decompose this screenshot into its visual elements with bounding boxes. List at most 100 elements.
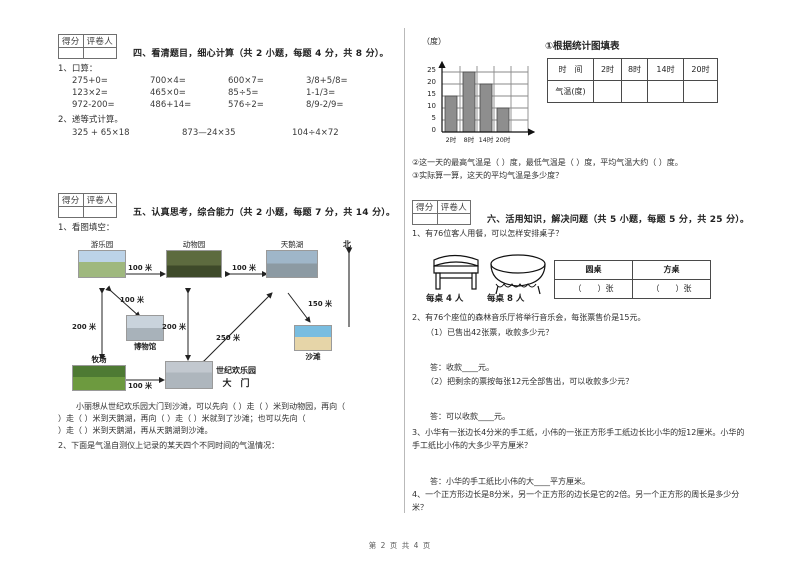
equation: 873—24×35 xyxy=(182,128,236,138)
section5-title: 五、认真思考，综合能力（共 2 小题，每题 7 分，共 14 分）。 xyxy=(133,208,396,218)
fill-line: ）走（ ）米到天鹅湖，再从天鹅湖到沙滩。 xyxy=(58,426,213,435)
table-header-cell: 20时 xyxy=(683,58,718,81)
section5: 得分 评卷人 五、认真思考，综合能力（共 2 小题，每题 7 分，共 14 分）… xyxy=(58,193,403,453)
map-node-amusement-park: 游乐园 xyxy=(78,239,126,278)
oral-calc-row: 972-200= 486+14= 576÷2= 8/9-2/9= xyxy=(58,100,403,110)
exam-page: 得分 评卷人 四、看清题目，细心计算（共 2 小题，每题 4 分，共 8 分）。… xyxy=(0,0,800,565)
gate-thumbnail xyxy=(165,361,213,389)
score-value-cell[interactable] xyxy=(58,47,84,59)
distance-label: 200 米 xyxy=(72,323,97,331)
oral-cell: 275+0= xyxy=(72,76,108,86)
section4-header: 得分 评卷人 四、看清题目，细心计算（共 2 小题，每题 4 分，共 8 分）。 xyxy=(58,34,403,59)
map-node-label: 博物馆 xyxy=(133,342,157,351)
section4-q2-label: 2、递等式计算。 xyxy=(58,115,123,125)
table-input-cell[interactable] xyxy=(683,80,718,103)
chart-question-2: ②这一天的最高气温是（ ）度，最低气温是（ ）度，平均气温大约（ ）度。 xyxy=(412,158,683,167)
section6-q3-line1: 3、小华有一张边长4分米的手工纸，小伟的一张正方形手工纸边长比小华的短12厘米。… xyxy=(412,428,745,437)
section6-q4-line2: 米？ xyxy=(412,502,428,512)
score-value-cell[interactable] xyxy=(58,206,84,218)
bar-chart: 25 20 15 10 5 0 2时 8时 14时 20时 xyxy=(424,52,539,144)
table-input-cell[interactable] xyxy=(621,80,648,103)
round-table-header: 圆桌 xyxy=(554,259,633,280)
square-table-header: 方桌 xyxy=(632,259,711,280)
y-tick-label: 20 xyxy=(427,78,436,86)
section6-header: 得分 评卷人 六、活用知识，解决问题（共 5 小题，每题 5 分，共 25 分）… xyxy=(412,200,752,225)
map-node-label: 游乐园 xyxy=(90,240,114,249)
table-header-time: 时 间 xyxy=(547,58,594,81)
table-header-cell: 14时 xyxy=(647,58,684,81)
section6-q2-part1: （1）已售出42张票，收款多少元？ xyxy=(426,328,554,337)
grader-label: 评卷人 xyxy=(82,34,118,48)
amusement-park-thumbnail xyxy=(78,250,126,278)
table-count-answer-table: 圆桌 方桌 （ ）张 （ ）张 xyxy=(554,259,711,299)
score-label: 得分 xyxy=(58,34,84,48)
section6-q4-line1: 4、一个正方形边长是8分米，另一个正方形的边长是它的2倍。另一个正方形的周长是多… xyxy=(412,490,740,499)
table-header-cell: 8时 xyxy=(621,58,648,81)
round-table-capacity-label: 每桌 8 人 xyxy=(487,293,525,304)
beach-thumbnail xyxy=(294,325,332,351)
distance-label: 200 米 xyxy=(162,323,187,331)
oral-cell: 123×2= xyxy=(72,88,108,98)
oral-cell: 576÷2= xyxy=(228,100,264,110)
map-node-label: 沙滩 xyxy=(305,352,321,361)
table-input-cell[interactable] xyxy=(647,80,684,103)
section6-q3-answer: 答：小华的手工纸比小伟的大____平方厘米。 xyxy=(430,477,590,486)
distance-label: 100 米 xyxy=(232,264,257,272)
oral-cell: 700×4= xyxy=(150,76,186,86)
gate-label-block: 世纪欢乐园 大 门 xyxy=(216,365,256,389)
square-table-answer-cell[interactable]: （ ）张 xyxy=(632,278,711,299)
section6-title: 六、活用知识，解决问题（共 5 小题，每题 5 分，共 25 分）。 xyxy=(487,215,750,225)
map-node-label: 大 门 xyxy=(222,379,250,389)
zoo-thumbnail xyxy=(166,250,222,278)
chart-question-3: ③实际算一算，这天的平均气温是多少度？ xyxy=(412,171,564,180)
score-box-section5: 得分 评卷人 xyxy=(58,193,118,218)
distance-label: 150 米 xyxy=(308,300,333,308)
y-tick-label: 10 xyxy=(427,102,436,110)
round-table-answer-cell[interactable]: （ ）张 xyxy=(554,278,633,299)
oral-calc-row: 123×2= 465×0= 85÷5= 1-1/3= xyxy=(58,88,403,98)
x-tick-label: 20时 xyxy=(495,136,511,144)
oral-cell: 85÷5= xyxy=(228,88,259,98)
oral-cell: 486+14= xyxy=(150,100,192,110)
temperature-chart-section: （度） ①根据统计图填表 25 20 15 10 5 0 2时 8时 14时 2… xyxy=(412,36,752,181)
map-node-label: 世纪欢乐园 xyxy=(216,366,256,375)
distance-label: 100 米 xyxy=(120,296,145,304)
grader-label: 评卷人 xyxy=(436,200,472,214)
score-value-cell[interactable] xyxy=(412,213,438,225)
map-node-swan-lake: 天鹅湖 xyxy=(266,239,318,278)
y-tick-label: 15 xyxy=(427,90,436,98)
section5-fill-blank-text: 小丽想从世纪欢乐园大门到沙滩，可以先向（ ）走（ ）米到动物园，再向（ ）走（ … xyxy=(58,401,403,437)
section6-q2-answer2: 答：可以收款____元。 xyxy=(430,412,510,421)
section6-q2-part2: （2）把剩余的票按每张12元全部售出，可以收款多少元？ xyxy=(426,376,634,386)
left-column: 得分 评卷人 四、看清题目，细心计算（共 2 小题，每题 4 分，共 8 分）。… xyxy=(58,34,403,138)
map-node-gate xyxy=(165,361,213,389)
table-row: 时 间 2时 8时 14时 20时 xyxy=(547,58,718,81)
score-box-section6: 得分 评卷人 xyxy=(412,200,472,225)
section5-q2-label: 2、下面是气温自测仪上记录的某天四个不同时间的气温情况： xyxy=(58,441,280,450)
grader-value-cell[interactable] xyxy=(82,47,118,59)
oral-cell: 1-1/3= xyxy=(306,88,336,98)
score-box-section4: 得分 评卷人 xyxy=(58,34,118,59)
section5-header: 得分 评卷人 五、认真思考，综合能力（共 2 小题，每题 7 分，共 14 分）… xyxy=(58,193,403,218)
section6-q3-line2: 手工纸比小伟的大多少平方厘米？ xyxy=(412,440,532,450)
table-row: （ ）张 （ ）张 xyxy=(554,278,711,299)
oral-cell: 972-200= xyxy=(72,100,115,110)
section4-title: 四、看清题目，细心计算（共 2 小题，每题 4 分，共 8 分）。 xyxy=(133,49,389,59)
table-row: 气温(度) xyxy=(547,80,718,103)
grader-value-cell[interactable] xyxy=(82,206,118,218)
table-input-cell[interactable] xyxy=(593,80,622,103)
location-map-diagram: 北 游乐园 动物园 天鹅湖 博物馆 牧场 世纪欢乐园 大 门 沙滩 100 米 … xyxy=(58,237,403,397)
grader-value-cell[interactable] xyxy=(436,213,472,225)
map-node-museum: 博物馆 xyxy=(126,315,164,352)
column-divider xyxy=(404,28,405,513)
map-node-beach: 沙滩 xyxy=(294,325,332,362)
table-arrangement-illustration: 每桌 4 人 每桌 8 人 圆桌 方桌 （ ）张 （ ）张 xyxy=(412,244,752,306)
score-label: 得分 xyxy=(412,200,438,214)
table-row-label-temp: 气温(度) xyxy=(547,80,594,103)
score-label: 得分 xyxy=(58,193,84,207)
fill-line: ）走（ ）米到天鹅湖，再向（ ）走（ ）米就到了沙滩；也可以先向（ xyxy=(58,414,306,423)
table-header-cell: 2时 xyxy=(593,58,622,81)
map-node-label: 天鹅湖 xyxy=(280,240,304,249)
equation: 325 + 65×18 xyxy=(72,128,130,138)
distance-label: 250 米 xyxy=(216,334,241,342)
